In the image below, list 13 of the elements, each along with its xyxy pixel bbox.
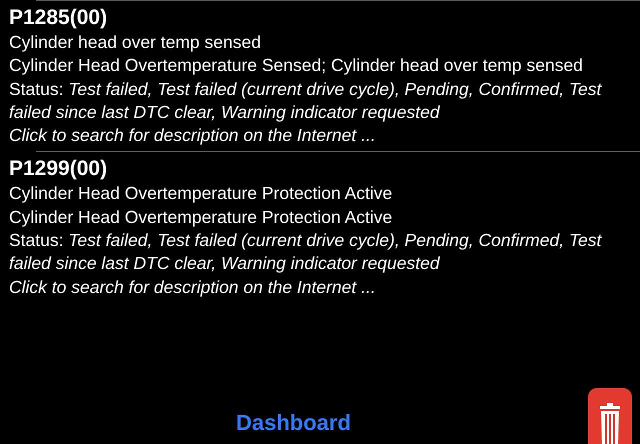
status-text: Status: Test failed, Test failed (current drive cycle), Pending, Confirmed, Test failed since last DTC clear, Warning indicator requested [9, 229, 603, 276]
dtc-description: Cylinder head over temp sensed [9, 31, 262, 54]
search-link[interactable]: Click to search for description on the Internet ... [9, 124, 609, 148]
dashboard-button[interactable]: Dashboard [236, 408, 351, 438]
trash-icon [598, 402, 622, 444]
search-link[interactable]: Click to search for description on the Internet ... [9, 276, 609, 299]
status-text: Status: Test failed, Test failed (current drive cycle), Pending, Confirmed, Test failed since last DTC clear, Warning indicator requested [9, 78, 603, 124]
dtc-description: Cylinder Head Overtemperature Protection Active [9, 182, 394, 206]
dtc-code: P1285(00) [9, 5, 108, 31]
dtc-code: P1299(00) [9, 156, 108, 182]
delete-button[interactable] [588, 388, 632, 444]
dtc-description: Cylinder Head Overtemperature Sensed; Cylinder head over temp sensed [9, 54, 584, 78]
dtc-description: Cylinder Head Overtemperature Protection Active [9, 206, 394, 229]
